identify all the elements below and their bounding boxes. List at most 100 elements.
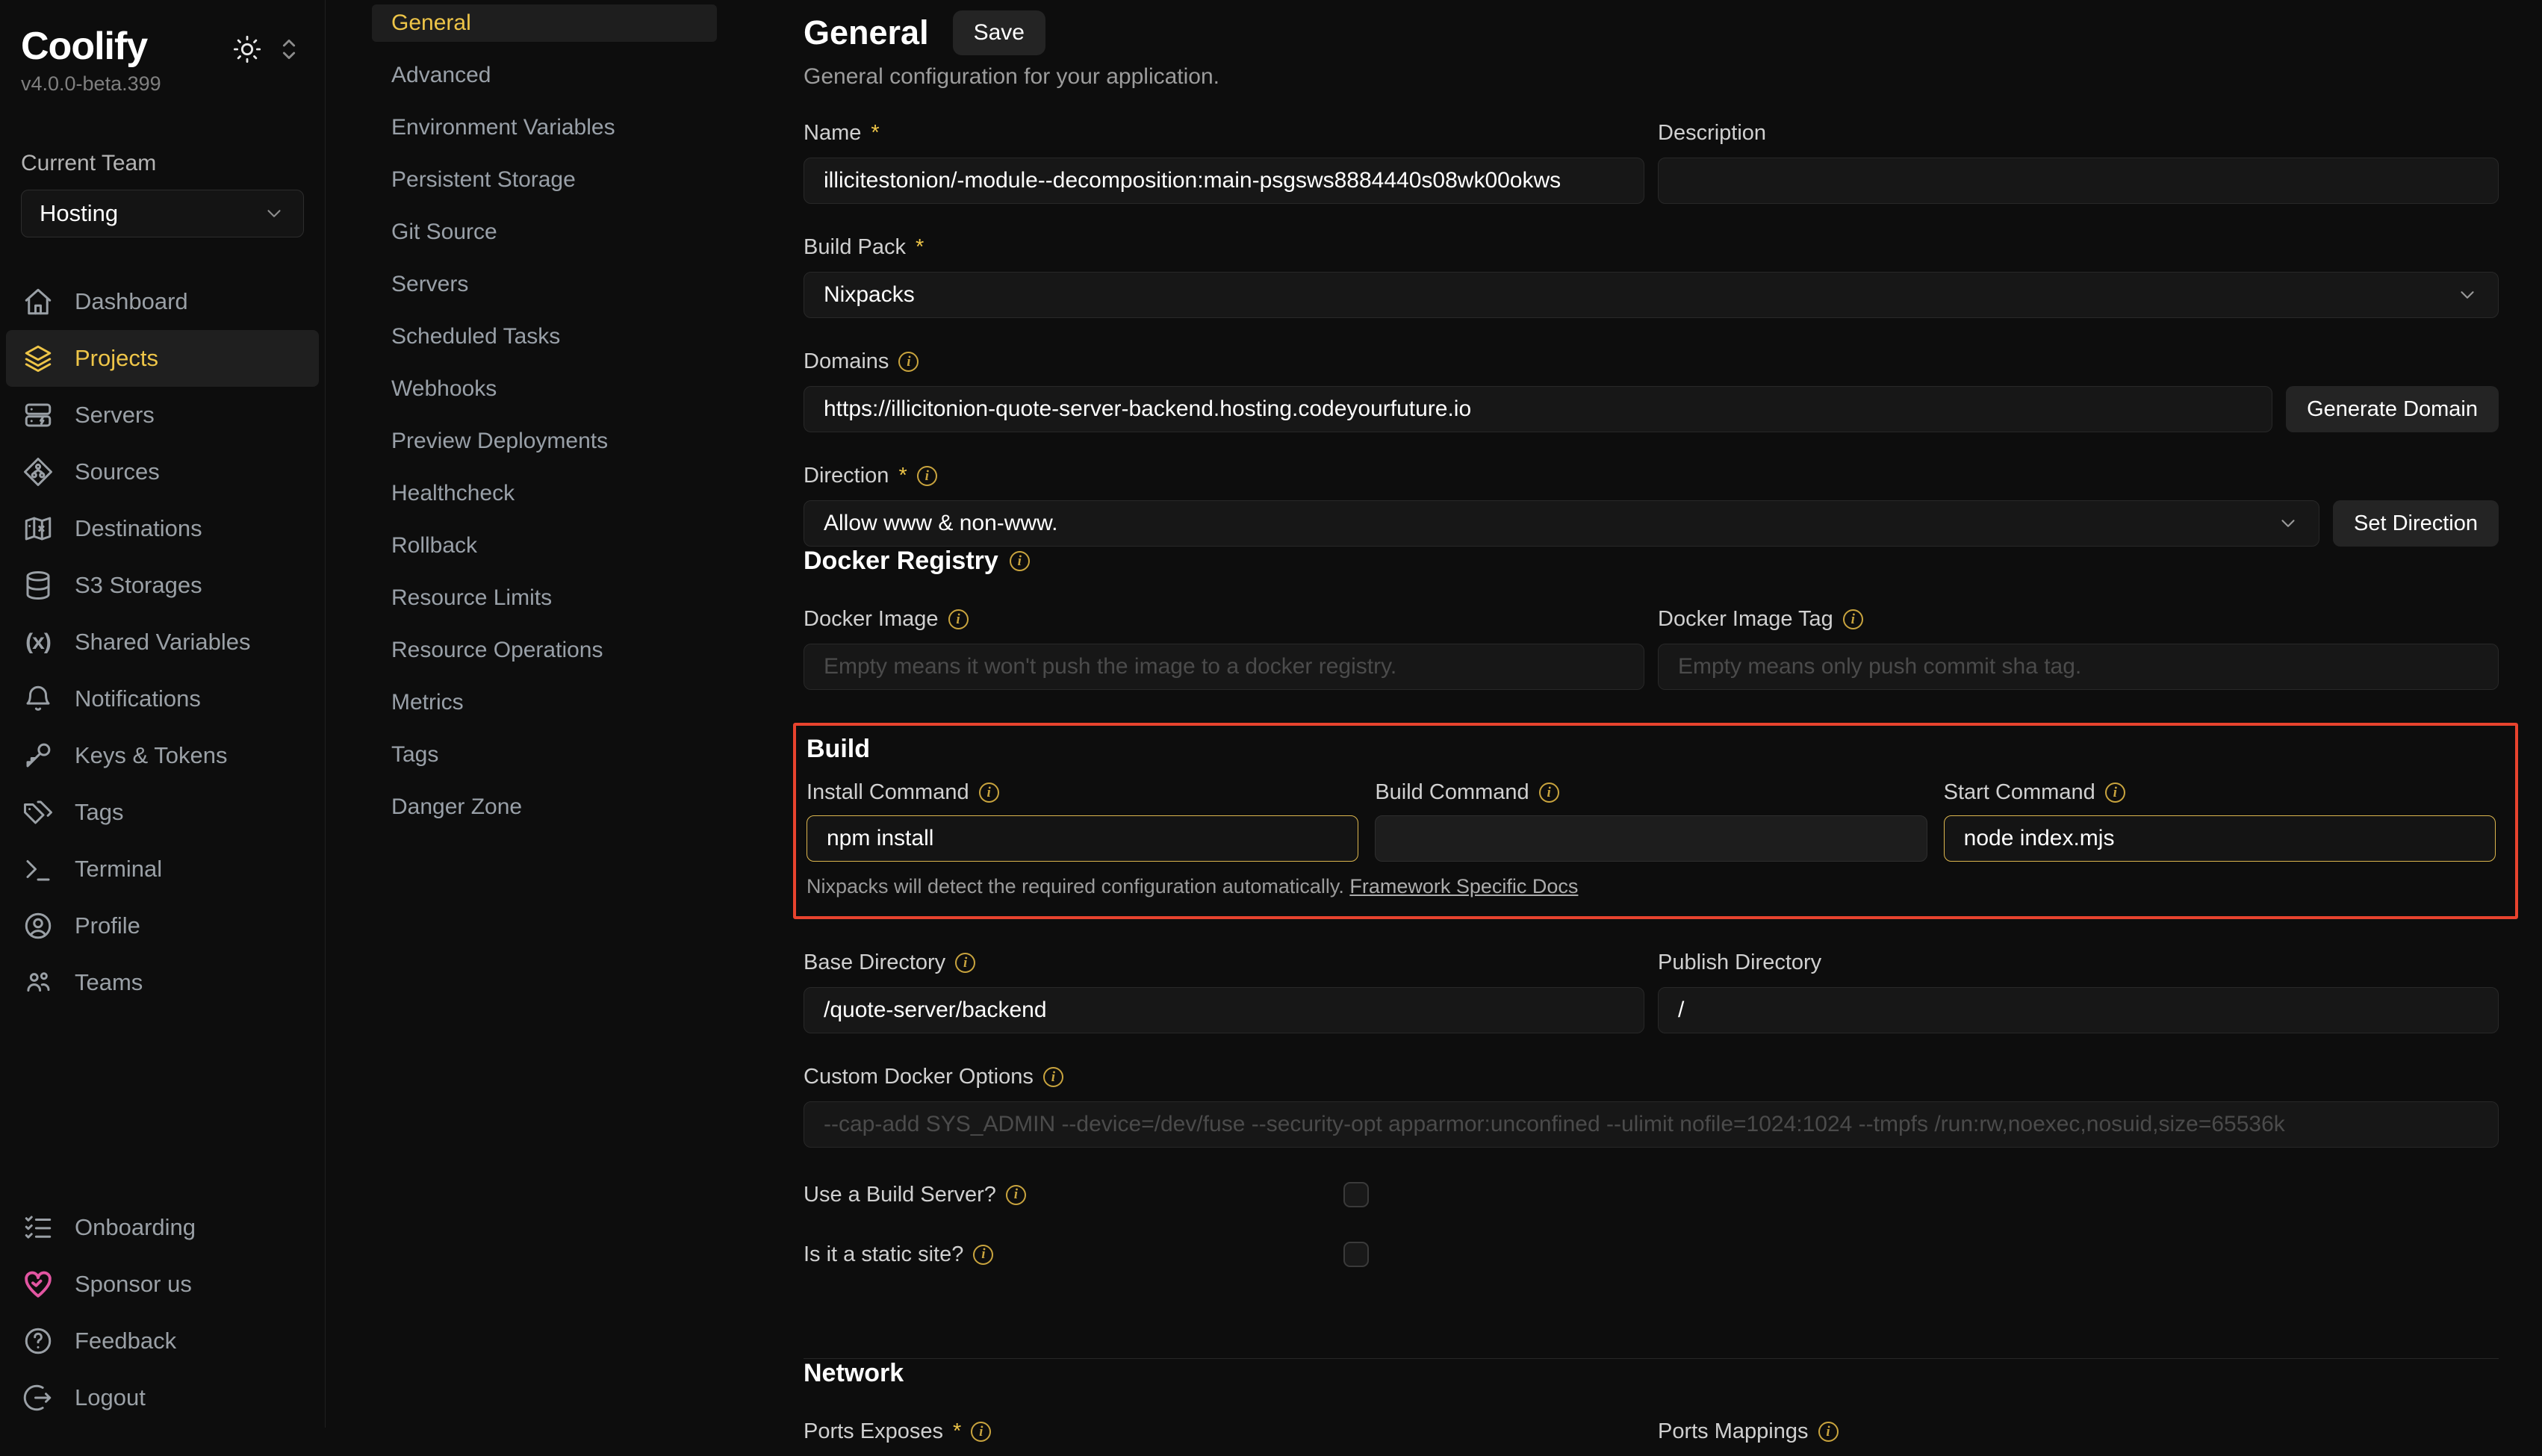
ports-exposes-label: Ports Exposes* i: [804, 1419, 1644, 1444]
base-directory-input[interactable]: [804, 987, 1644, 1033]
info-icon[interactable]: i: [955, 953, 975, 973]
subnav-item-persistent-storage[interactable]: Persistent Storage: [372, 161, 717, 199]
sidebar-item-logout[interactable]: Logout: [6, 1369, 319, 1426]
start-command-input[interactable]: [1944, 815, 2496, 862]
framework-docs-link[interactable]: Framework Specific Docs: [1349, 875, 1578, 897]
sidebar-item-s3-storages[interactable]: S3 Storages: [6, 557, 319, 614]
subnav-item-webhooks[interactable]: Webhooks: [372, 370, 717, 408]
save-button[interactable]: Save: [953, 10, 1045, 55]
build-command-input[interactable]: [1375, 815, 1927, 862]
subnav-item-advanced[interactable]: Advanced: [372, 57, 717, 94]
build-pack-select[interactable]: Nixpacks: [804, 272, 2499, 318]
sidebar-item-tags[interactable]: Tags: [6, 784, 319, 841]
subnav-item-scheduled-tasks[interactable]: Scheduled Tasks: [372, 318, 717, 355]
required-asterisk: *: [916, 235, 924, 260]
custom-docker-options-label: Custom Docker Options i: [804, 1065, 2499, 1089]
subnav-item-general[interactable]: General: [372, 4, 717, 42]
subnav-item-servers[interactable]: Servers: [372, 266, 717, 303]
use-build-server-label: Use a Build Server? i: [804, 1183, 1343, 1207]
sidebar-item-profile[interactable]: Profile: [6, 897, 319, 954]
theme-sun-icon[interactable]: [232, 34, 262, 68]
set-direction-button[interactable]: Set Direction: [2333, 500, 2499, 547]
terminal-icon: [22, 853, 54, 885]
server-icon: [22, 399, 54, 431]
subnav-item-tags[interactable]: Tags: [372, 736, 717, 774]
build-pack-label: Build Pack*: [804, 235, 2499, 260]
list-checks-icon: [22, 1212, 54, 1243]
logout-icon: [22, 1382, 54, 1413]
domains-input[interactable]: [804, 386, 2272, 432]
custom-docker-options-input[interactable]: [804, 1101, 2499, 1148]
info-icon[interactable]: i: [1539, 783, 1559, 803]
chevron-down-icon: [2277, 512, 2299, 535]
static-site-checkbox[interactable]: [1343, 1242, 1369, 1267]
direction-label: Direction* i: [804, 464, 2499, 488]
help-circle-icon: [22, 1325, 54, 1357]
sidebar-item-dashboard[interactable]: Dashboard: [6, 273, 319, 330]
docker-image-label: Docker Image i: [804, 607, 1644, 632]
info-icon[interactable]: i: [1010, 551, 1030, 571]
sidebar-item-destinations[interactable]: Destinations: [6, 500, 319, 557]
subnav-item-resource-operations[interactable]: Resource Operations: [372, 632, 717, 669]
heart-icon: [22, 1269, 54, 1300]
generate-domain-button[interactable]: Generate Domain: [2286, 386, 2499, 432]
database-icon: [22, 570, 54, 601]
static-site-label: Is it a static site? i: [804, 1242, 1343, 1267]
docker-image-tag-input[interactable]: [1658, 644, 2499, 690]
info-icon[interactable]: i: [973, 1245, 993, 1265]
chevrons-up-down-icon[interactable]: [274, 34, 304, 68]
docker-image-input[interactable]: [804, 644, 1644, 690]
sidebar-item-servers[interactable]: Servers: [6, 387, 319, 444]
info-icon[interactable]: i: [1818, 1422, 1839, 1442]
sidebar-item-shared-variables[interactable]: (x) Shared Variables: [6, 614, 319, 671]
build-heading: Build: [807, 735, 2496, 764]
user-circle-icon: [22, 910, 54, 942]
info-icon[interactable]: i: [2105, 783, 2125, 803]
chevron-down-icon: [263, 202, 285, 225]
info-icon[interactable]: i: [917, 466, 937, 486]
sidebar-item-sponsor[interactable]: Sponsor us: [6, 1256, 319, 1313]
info-icon[interactable]: i: [1043, 1067, 1063, 1087]
subnav-item-rollback[interactable]: Rollback: [372, 527, 717, 564]
sidebar-item-terminal[interactable]: Terminal: [6, 841, 319, 897]
subnav-item-danger-zone[interactable]: Danger Zone: [372, 788, 717, 826]
subnav-item-git-source[interactable]: Git Source: [372, 214, 717, 251]
info-icon[interactable]: i: [1006, 1185, 1026, 1205]
tags-icon: [22, 797, 54, 828]
sidebar-item-keys-tokens[interactable]: Keys & Tokens: [6, 727, 319, 784]
info-icon[interactable]: i: [971, 1422, 991, 1442]
subnav-item-healthcheck[interactable]: Healthcheck: [372, 475, 717, 512]
direction-select[interactable]: Allow www & non-www.: [804, 500, 2319, 547]
info-icon[interactable]: i: [898, 352, 919, 372]
map-icon: [22, 513, 54, 544]
required-asterisk: *: [898, 464, 907, 488]
name-label: Name*: [804, 121, 1644, 146]
sidebar-item-teams[interactable]: Teams: [6, 954, 319, 1011]
team-select-value: Hosting: [40, 200, 118, 227]
sidebar-item-sources[interactable]: Sources: [6, 444, 319, 500]
users-icon: [22, 967, 54, 998]
publish-directory-label: Publish Directory: [1658, 951, 2499, 975]
subnav-item-metrics[interactable]: Metrics: [372, 684, 717, 721]
subnav-item-environment-variables[interactable]: Environment Variables: [372, 109, 717, 146]
docker-registry-heading: Docker Registry i: [804, 547, 2499, 576]
description-label: Description: [1658, 121, 2499, 146]
team-select[interactable]: Hosting: [21, 190, 304, 237]
subnav-item-preview-deployments[interactable]: Preview Deployments: [372, 423, 717, 460]
publish-directory-input[interactable]: [1658, 987, 2499, 1033]
sidebar-item-projects[interactable]: Projects: [6, 330, 319, 387]
key-icon: [22, 740, 54, 771]
subnav-item-resource-limits[interactable]: Resource Limits: [372, 579, 717, 617]
install-command-input[interactable]: [807, 815, 1358, 862]
sidebar-item-feedback[interactable]: Feedback: [6, 1313, 319, 1369]
use-build-server-checkbox[interactable]: [1343, 1182, 1369, 1207]
sidebar-item-onboarding[interactable]: Onboarding: [6, 1199, 319, 1256]
info-icon[interactable]: i: [979, 783, 999, 803]
ports-mappings-label: Ports Mappings i: [1658, 1419, 2499, 1444]
name-input[interactable]: [804, 158, 1644, 204]
info-icon[interactable]: i: [948, 609, 969, 629]
sidebar-item-notifications[interactable]: Notifications: [6, 671, 319, 727]
info-icon[interactable]: i: [1843, 609, 1863, 629]
description-input[interactable]: [1658, 158, 2499, 204]
chevron-down-icon: [2456, 284, 2479, 306]
